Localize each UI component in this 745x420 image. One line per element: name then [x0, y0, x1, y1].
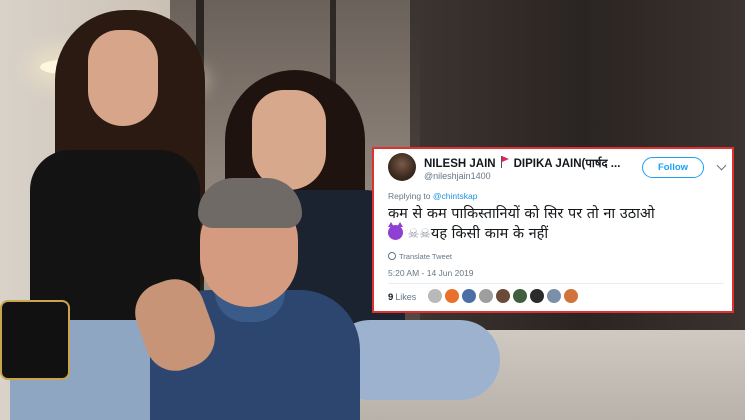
person-right-face	[252, 90, 326, 190]
likes-number: 9	[388, 292, 394, 303]
chevron-down-icon[interactable]	[716, 160, 727, 171]
tweet-text: कम से कम पाकिस्तानियों को सिर पर तो ना उ…	[388, 204, 728, 245]
tweet-card: NILESH JAIN DIPIKA JAIN(पार्षद ... @niles…	[372, 147, 734, 313]
liker-avatar[interactable]	[462, 289, 476, 303]
tweet-text-line: यह किसी काम के नहीं	[430, 226, 549, 242]
user-handle[interactable]: @nileshjain1400	[424, 171, 491, 181]
divider	[388, 283, 724, 284]
tweet-header: NILESH JAIN DIPIKA JAIN(पार्षद ... @niles…	[388, 153, 727, 187]
display-name-suffix: DIPIKA JAIN(पार्षद ...	[513, 158, 621, 170]
liker-avatar[interactable]	[513, 289, 527, 303]
tweet-text-line: कम से कम पाकिस्तानियों को सिर पर तो ना उ…	[388, 206, 655, 222]
likes-label: Likes	[395, 292, 417, 302]
liker-avatar[interactable]	[564, 289, 578, 303]
translate-label: Translate Tweet	[399, 252, 452, 261]
liker-avatar[interactable]	[479, 289, 493, 303]
liker-avatar[interactable]	[428, 289, 442, 303]
liker-avatar[interactable]	[445, 289, 459, 303]
globe-icon	[388, 252, 396, 260]
replying-prefix: Replying to	[388, 191, 431, 201]
person-left-face	[88, 30, 158, 126]
display-name-text: NILESH JAIN	[424, 158, 496, 170]
person-center-hair	[198, 178, 302, 228]
follow-button[interactable]: Follow	[642, 157, 704, 178]
display-name[interactable]: NILESH JAIN DIPIKA JAIN(पार्षद ...	[424, 156, 620, 171]
tweet-text-line-2: ☠☠यह किसी काम के नहीं	[388, 222, 728, 245]
liker-avatar[interactable]	[530, 289, 544, 303]
skull-crossbones-emoji-icon: ☠☠	[407, 227, 431, 242]
likes-count[interactable]: 9 Likes	[388, 292, 416, 303]
red-flag-icon	[500, 156, 510, 168]
translate-tweet[interactable]: Translate Tweet	[388, 252, 452, 261]
smiling-devil-emoji-icon	[388, 222, 403, 240]
replying-to: Replying to @chintskap	[388, 191, 477, 201]
liker-avatar[interactable]	[547, 289, 561, 303]
avatar[interactable]	[388, 153, 416, 181]
handbag	[0, 300, 70, 380]
timestamp[interactable]: 5:20 AM - 14 Jun 2019	[388, 268, 474, 278]
mention-link[interactable]: @chintskap	[433, 191, 478, 201]
liker-avatar[interactable]	[496, 289, 510, 303]
likers-avatars	[428, 289, 581, 305]
